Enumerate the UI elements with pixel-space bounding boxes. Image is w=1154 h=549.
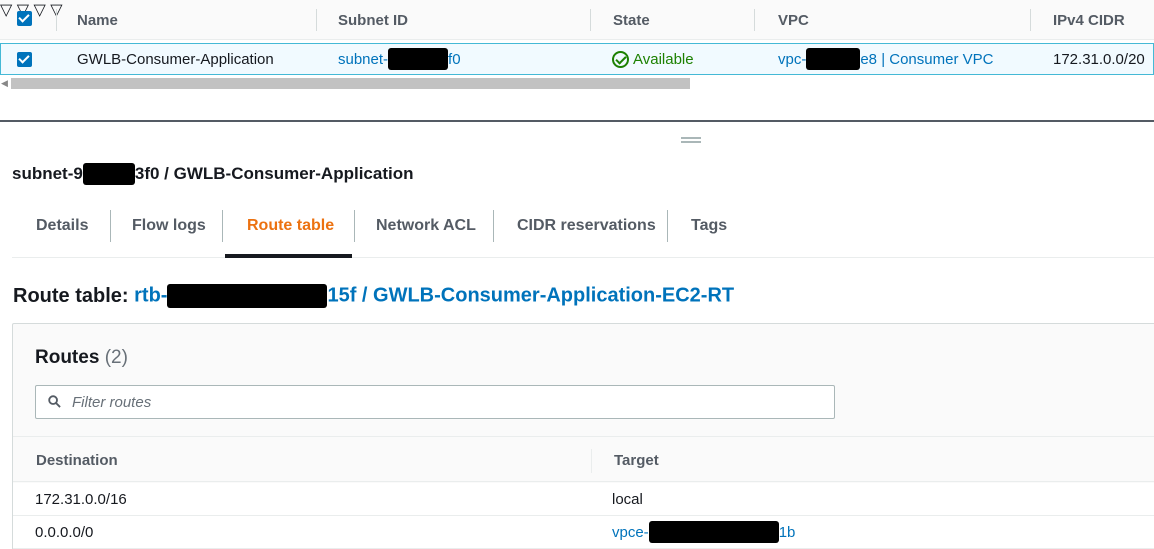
- table-row-selected[interactable]: GWLB-Consumer-Application subnet-f0 Avai…: [0, 43, 1154, 75]
- split-panel-divider: [0, 120, 1154, 122]
- check-circle-icon: [612, 50, 629, 68]
- column-header-state[interactable]: State: [613, 0, 650, 40]
- column-header-subnet-id[interactable]: Subnet ID: [338, 0, 408, 40]
- tab-divider: [493, 210, 494, 242]
- route-table-heading: Route table: rtb- 15f / GWLB-Consumer-App…: [13, 284, 735, 308]
- active-tab-indicator: [225, 254, 352, 258]
- cell-state: Available: [612, 44, 694, 74]
- tab-network-acl[interactable]: Network ACL: [376, 205, 476, 247]
- routes-container: Routes (2) Destination Target 172.31.0.0…: [12, 323, 1154, 549]
- routes-count: (2): [104, 347, 128, 368]
- scroll-left-icon[interactable]: ◀: [1, 78, 8, 89]
- redaction-block: [82, 163, 135, 185]
- tab-divider: [222, 210, 223, 242]
- sort-caret-icon[interactable]: ▽: [0, 2, 12, 19]
- column-header-destination[interactable]: Destination: [36, 437, 118, 483]
- filter-routes-field[interactable]: [35, 385, 835, 419]
- tab-details[interactable]: Details: [36, 205, 88, 247]
- route-target-link[interactable]: vpce- 1b: [612, 516, 795, 548]
- cell-ipv4-cidr: 172.31.0.0/20: [1053, 50, 1145, 68]
- tab-divider: [110, 210, 111, 242]
- table-row: 172.31.0.0/16 local: [13, 483, 1154, 516]
- select-all-checkbox[interactable]: [17, 11, 32, 26]
- column-divider: [316, 9, 317, 31]
- filter-routes-input[interactable]: [72, 392, 812, 412]
- routes-table-header: Destination Target: [13, 436, 1154, 482]
- column-header-name[interactable]: Name: [77, 0, 118, 40]
- search-icon: [48, 395, 61, 408]
- horizontal-scrollbar[interactable]: ◀: [0, 76, 1154, 92]
- tab-route-table[interactable]: Route table: [247, 205, 334, 247]
- scrollbar-thumb[interactable]: [11, 78, 690, 89]
- redaction-block: [806, 48, 861, 70]
- column-divider: [1030, 9, 1031, 31]
- tab-cidr-reservations[interactable]: CIDR reservations: [517, 205, 656, 247]
- route-target: local: [612, 490, 643, 508]
- routes-heading: Routes (2): [35, 347, 128, 368]
- cell-vpc-link[interactable]: vpc-e8 | Consumer VPC: [778, 44, 993, 74]
- column-divider: [754, 9, 755, 31]
- column-divider: [591, 449, 592, 473]
- subnets-table-header: Name ▽ Subnet ID ▽ State ▽ VPC ▽ IPv4 CI…: [0, 0, 1154, 40]
- table-row: 0.0.0.0/0 vpce- 1b: [13, 516, 1154, 549]
- column-header-vpc[interactable]: VPC: [778, 0, 809, 40]
- cell-subnet-id-link[interactable]: subnet-f0: [338, 44, 461, 74]
- tab-tags[interactable]: Tags: [691, 205, 727, 247]
- row-checkbox[interactable]: [17, 52, 32, 67]
- column-divider: [590, 9, 591, 31]
- sort-caret-icon[interactable]: ▽: [34, 2, 46, 19]
- route-destination: 0.0.0.0/0: [35, 523, 94, 541]
- tab-divider: [667, 210, 668, 242]
- column-header-ipv4-cidr[interactable]: IPv4 CIDR: [1053, 0, 1125, 40]
- column-header-target[interactable]: Target: [614, 437, 659, 483]
- detail-tabs: Details Flow logs Route table Network AC…: [12, 205, 1154, 258]
- redaction-block: [648, 521, 779, 543]
- detail-title: subnet- 9 3f0 / GWLB-Consumer-Application: [12, 163, 414, 185]
- column-divider: [56, 9, 57, 31]
- redaction-block: [167, 284, 328, 308]
- tab-divider: [354, 210, 355, 242]
- redaction-block: [388, 48, 449, 70]
- status-available: Available: [633, 50, 694, 68]
- route-table-link[interactable]: rtb- 15f / GWLB-Consumer-Application-EC2-…: [134, 284, 734, 308]
- route-destination: 172.31.0.0/16: [35, 490, 127, 508]
- resize-handle-icon[interactable]: [681, 137, 701, 143]
- tab-flow-logs[interactable]: Flow logs: [132, 205, 206, 247]
- cell-name: GWLB-Consumer-Application: [77, 50, 274, 68]
